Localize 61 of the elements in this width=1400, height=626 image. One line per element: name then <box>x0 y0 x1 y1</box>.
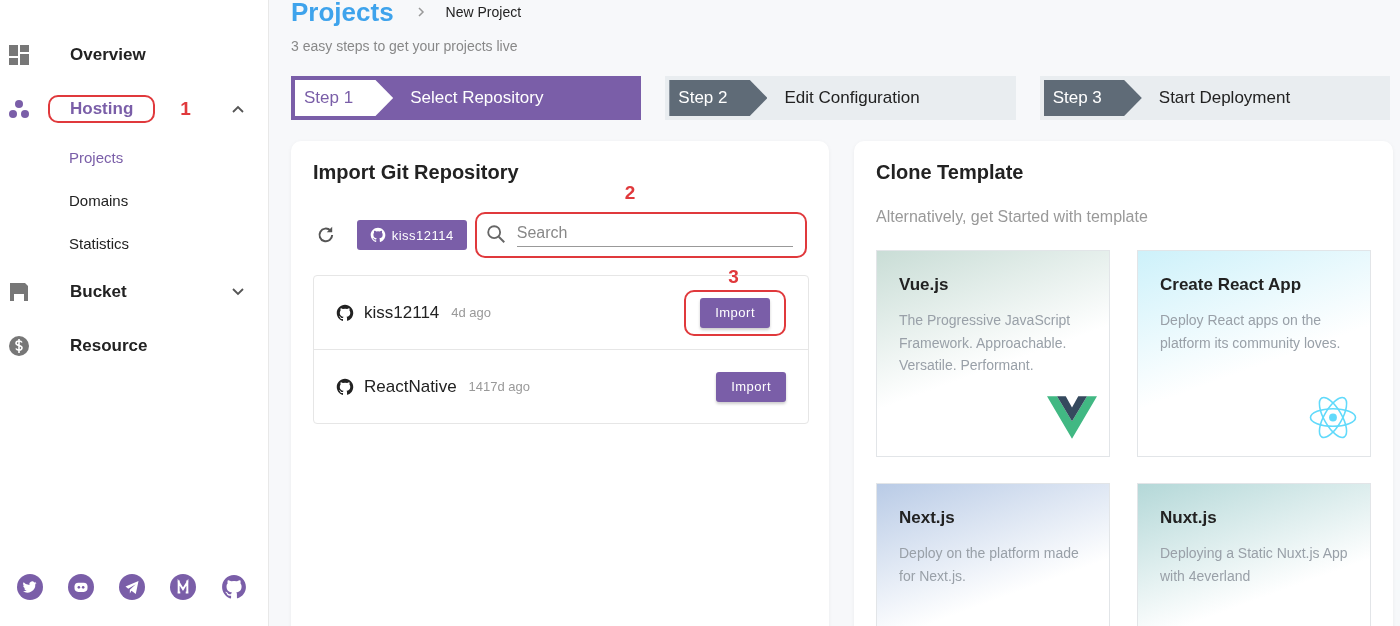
github-icon <box>336 377 354 396</box>
step-number: Step 3 <box>1043 80 1142 116</box>
import-button[interactable]: Import <box>716 371 786 402</box>
template-card[interactable]: Nuxt.js Deploying a Static Nuxt.js App with 4everland <box>1137 483 1371 626</box>
page-title: Projects <box>291 0 394 24</box>
page-subtitle: 3 easy steps to get your projects live <box>291 38 519 54</box>
repo-age: 4d ago <box>451 305 492 320</box>
nodes-icon <box>8 98 30 120</box>
template-description: The Progressive JavaScript Framework. Approachable. Versatile. Performant. <box>899 311 1072 375</box>
step-tab[interactable]: Step 2 Edit Configuration <box>665 76 1016 120</box>
atom-icon <box>1308 395 1358 440</box>
template-title: Vue.js <box>899 275 950 295</box>
step-title: Start Deployment <box>1158 88 1291 108</box>
repo-name: ReactNative <box>364 376 457 397</box>
template-description: Deploying a Static Nuxt.js App with 4everland <box>1160 544 1348 586</box>
repo-name: kiss12114 <box>364 302 440 323</box>
panel-subtitle: Alternatively, get Started with template <box>876 208 1149 226</box>
annotation-number: 1 <box>180 98 191 120</box>
panel-title: Clone Template <box>876 161 1025 184</box>
vue-logo-icon <box>1047 395 1097 440</box>
sidebar-subitem[interactable]: Projects <box>0 136 268 179</box>
paper-plane-icon[interactable] <box>119 574 145 600</box>
account-button[interactable]: kiss12114 <box>356 220 467 250</box>
template-description: Deploy on the platform made for Next.js. <box>899 544 1080 586</box>
step-number: Step 1 <box>295 80 394 116</box>
sidebar-subitem[interactable]: Statistics <box>0 222 268 265</box>
step-title: Select Repository <box>410 88 544 108</box>
sidebar-item[interactable]: Hosting <box>70 93 134 124</box>
sidebar-item[interactable]: Bucket <box>70 276 127 308</box>
floppy-icon <box>8 281 30 303</box>
template-card[interactable]: Vue.js The Progressive JavaScript Framework. Approachable. Versatile. Performant. <box>876 250 1110 457</box>
step-title: Edit Configuration <box>784 88 920 108</box>
annotation-number: 2 <box>624 182 636 204</box>
github-icon <box>369 227 386 243</box>
sidebar-item[interactable]: Overview <box>70 39 146 71</box>
sidebar-subitem[interactable]: Domains <box>0 179 268 222</box>
repo-age: 1417d ago <box>468 379 531 394</box>
template-title: Nuxt.js <box>1160 508 1218 528</box>
search-icon <box>484 222 507 245</box>
panel-title: Import Git Repository <box>313 161 520 184</box>
breadcrumb-link[interactable]: New Project <box>445 4 522 20</box>
chat-icon[interactable] <box>68 574 94 600</box>
annotation-number: 3 <box>728 265 739 288</box>
import-button[interactable]: Import <box>700 297 770 328</box>
step-tab[interactable]: Step 3 Start Deployment <box>1039 76 1390 120</box>
step-number: Step 2 <box>669 80 768 116</box>
template-title: Create React App <box>1160 275 1303 295</box>
search-field[interactable]: Search <box>484 220 793 247</box>
medium-icon[interactable] <box>170 574 196 600</box>
twitter-bird-icon[interactable] <box>17 574 43 600</box>
template-description: Deploy React apps on the platform its community loves. <box>1160 311 1342 353</box>
dashboard-icon <box>8 44 30 66</box>
template-card[interactable]: Next.js Deploy on the platform made for Next.js. <box>876 483 1110 626</box>
dollar-icon <box>8 335 30 357</box>
breadcrumb-chevron-icon <box>415 7 426 17</box>
template-title: Next.js <box>899 508 956 528</box>
step-tab[interactable]: Step 1 Select Repository <box>291 76 642 120</box>
github-icon[interactable] <box>221 574 247 600</box>
github-icon <box>336 303 354 322</box>
sidebar-item[interactable]: Resource <box>70 330 148 362</box>
template-card[interactable]: Create React App Deploy React apps on the platform its community loves. <box>1137 250 1371 457</box>
